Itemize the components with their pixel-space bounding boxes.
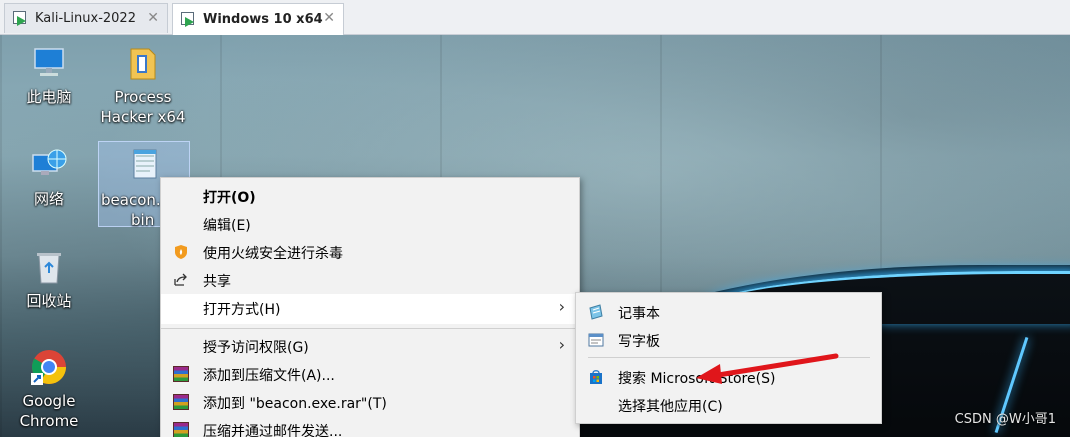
menu-item-add-to-archive[interactable]: 添加到压缩文件(A)... bbox=[161, 360, 579, 388]
close-icon[interactable]: ✕ bbox=[323, 10, 335, 26]
desktop[interactable]: 此电脑 Process Hacker x64 网络 beacon.e bin 回… bbox=[0, 35, 1070, 437]
desktop-icon-this-pc[interactable]: 此电脑 bbox=[3, 43, 95, 107]
desktop-icon-process-hacker[interactable]: Process Hacker x64 bbox=[97, 43, 189, 127]
chevron-right-icon: › bbox=[558, 335, 565, 354]
winrar-icon bbox=[173, 394, 189, 410]
close-icon[interactable]: ✕ bbox=[147, 10, 159, 26]
recycle-bin-icon bbox=[29, 247, 69, 287]
menu-item-edit[interactable]: 编辑(E) bbox=[161, 210, 579, 238]
process-hacker-icon bbox=[123, 43, 163, 83]
desktop-icon-label: Process Hacker x64 bbox=[100, 88, 186, 126]
notepad-icon bbox=[588, 304, 604, 320]
desktop-icon-label: Google Chrome bbox=[19, 392, 79, 430]
huorong-shield-icon bbox=[173, 244, 189, 260]
desktop-icon-recycle-bin[interactable]: 回收站 bbox=[3, 247, 95, 311]
winrar-icon bbox=[173, 366, 189, 382]
share-icon bbox=[173, 272, 189, 288]
menu-item-huorong-scan[interactable]: 使用火绒安全进行杀毒 bbox=[161, 238, 579, 266]
winrar-icon bbox=[173, 422, 189, 437]
tab-kali-linux[interactable]: Kali-Linux-2022 ✕ bbox=[4, 3, 168, 33]
network-icon bbox=[29, 145, 69, 185]
menu-item-label: 选择其他应用(C) bbox=[618, 399, 723, 415]
menu-item-label: 添加到压缩文件(A)... bbox=[203, 368, 335, 384]
tab-windows-10[interactable]: Windows 10 x64 ✕ bbox=[172, 3, 344, 35]
annotation-arrow-icon bbox=[696, 353, 839, 384]
menu-item-share[interactable]: 共享 bbox=[161, 266, 579, 294]
menu-item-compress-and-email[interactable]: 压缩并通过邮件发送... bbox=[161, 416, 579, 437]
tab-label: Kali-Linux-2022 bbox=[35, 11, 136, 26]
menu-item-open[interactable]: 打开(O) bbox=[161, 182, 579, 210]
menu-item-label: 授予访问权限(G) bbox=[203, 340, 309, 356]
vm-icon bbox=[13, 10, 29, 27]
tab-label: Windows 10 x64 bbox=[203, 12, 323, 27]
menu-item-label: 编辑(E) bbox=[203, 218, 251, 234]
desktop-icon-label: 此电脑 bbox=[26, 88, 72, 106]
menu-item-open-with[interactable]: 打开方式(H) › bbox=[161, 294, 579, 324]
wordpad-icon bbox=[588, 332, 604, 348]
watermark: CSDN @W小哥1 bbox=[954, 412, 1056, 427]
menu-item-label: 使用火绒安全进行杀毒 bbox=[203, 246, 343, 262]
desktop-icon-network[interactable]: 网络 bbox=[3, 145, 95, 209]
menu-item-label: 打开方式(H) bbox=[203, 302, 281, 318]
notepad-file-icon bbox=[124, 146, 164, 186]
menu-item-label: 共享 bbox=[203, 274, 231, 290]
menu-item-grant-access[interactable]: 授予访问权限(G) › bbox=[161, 332, 579, 360]
chrome-icon bbox=[29, 347, 69, 387]
menu-item-notepad[interactable]: 记事本 bbox=[576, 298, 881, 326]
menu-separator bbox=[161, 328, 579, 329]
file-context-menu: 打开(O) 编辑(E) 使用火绒安全进行杀毒 共享 打开方式(H) › 授予访问… bbox=[160, 177, 580, 437]
computer-icon bbox=[29, 43, 69, 83]
desktop-icon-google-chrome[interactable]: Google Chrome bbox=[3, 347, 95, 431]
menu-item-label: 写字板 bbox=[618, 334, 660, 350]
menu-item-label: 记事本 bbox=[618, 306, 660, 322]
vm-tab-bar: Kali-Linux-2022 ✕ Windows 10 x64 ✕ bbox=[0, 0, 1070, 35]
menu-item-choose-other-app[interactable]: 选择其他应用(C) bbox=[576, 391, 881, 419]
menu-item-label: 打开(O) bbox=[203, 190, 256, 206]
store-icon bbox=[588, 369, 604, 385]
desktop-icon-label: 网络 bbox=[33, 190, 64, 208]
vm-icon bbox=[181, 11, 197, 28]
menu-item-add-to-beacon-rar[interactable]: 添加到 "beacon.exe.rar"(T) bbox=[161, 388, 579, 416]
menu-item-label: 压缩并通过邮件发送... bbox=[203, 424, 343, 437]
desktop-icon-label: 回收站 bbox=[26, 292, 72, 310]
menu-item-label: 添加到 "beacon.exe.rar"(T) bbox=[203, 396, 387, 412]
chevron-right-icon: › bbox=[558, 297, 565, 316]
